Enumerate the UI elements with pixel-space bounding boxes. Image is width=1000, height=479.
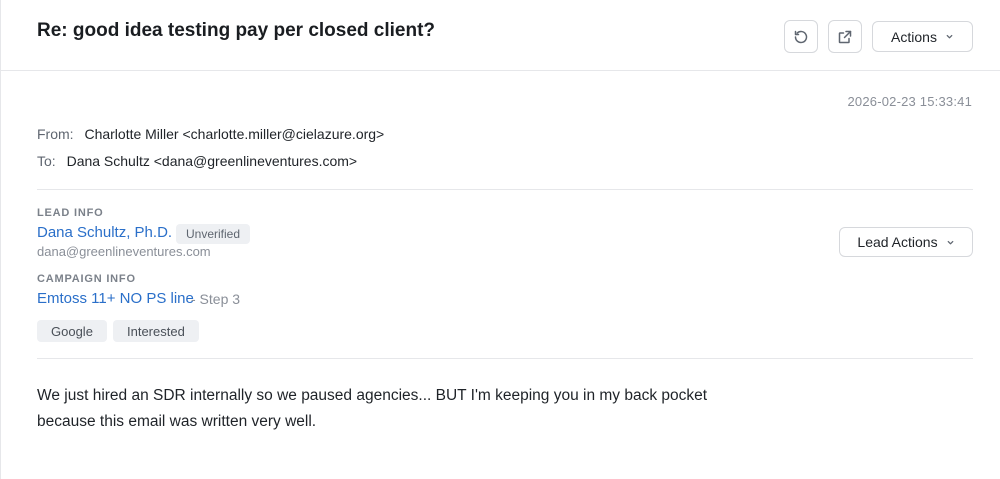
email-subject: Re: good idea testing pay per closed cli…: [37, 20, 436, 41]
chevron-down-icon: [947, 240, 953, 244]
lead-actions-label: Lead Actions: [857, 234, 938, 250]
lead-name-link[interactable]: Dana Schultz, Ph.D.: [37, 224, 172, 241]
from-value: Charlotte Miller <charlotte.miller@ciela…: [84, 126, 385, 142]
email-header: Re: good idea testing pay per closed cli…: [1, 0, 1000, 71]
tag-google: Google: [37, 320, 107, 342]
tag-interested: Interested: [113, 320, 199, 342]
to-row: To: Dana Schultz <dana@greenlineventures…: [37, 153, 357, 169]
refresh-icon: [794, 30, 808, 43]
email-detail-panel: Re: good idea testing pay per closed cli…: [0, 0, 1000, 479]
divider: [37, 189, 973, 190]
open-external-button[interactable]: [828, 20, 862, 53]
to-value: Dana Schultz <dana@greenlineventures.com…: [66, 153, 358, 169]
email-body: We just hired an SDR internally so we pa…: [37, 383, 717, 435]
from-row: From: Charlotte Miller <charlotte.miller…: [37, 126, 384, 142]
lead-email: dana@greenlineventures.com: [37, 244, 211, 259]
actions-button[interactable]: Actions: [872, 21, 973, 52]
lead-actions-button[interactable]: Lead Actions: [839, 227, 973, 257]
campaign-info-label: CAMPAIGN INFO: [37, 273, 136, 285]
from-label: From:: [37, 126, 74, 142]
lead-info-label: LEAD INFO: [37, 207, 104, 219]
divider: [37, 358, 973, 359]
email-timestamp: 2026-02-23 15:33:41: [847, 94, 972, 109]
to-label: To:: [37, 153, 56, 169]
status-badge: Unverified: [176, 224, 251, 244]
actions-button-label: Actions: [891, 28, 937, 45]
campaign-name-link[interactable]: Emtoss 11+ NO PS line: [37, 290, 194, 307]
external-link-icon: [838, 30, 852, 43]
refresh-button[interactable]: [784, 20, 818, 53]
email-body-line: We just hired an SDR internally so we pa…: [37, 387, 708, 404]
chevron-down-icon: [946, 34, 953, 39]
campaign-step: - Step 3: [191, 291, 241, 307]
email-body-line: because this email was written very well…: [37, 413, 317, 430]
